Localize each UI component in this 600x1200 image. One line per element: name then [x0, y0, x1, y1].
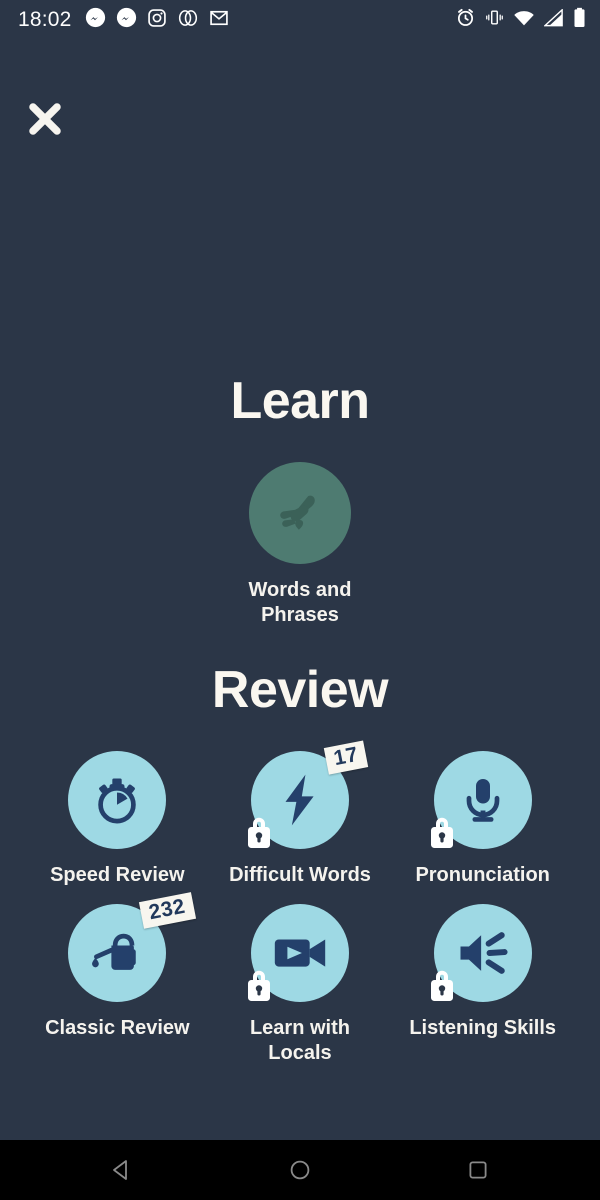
review-tile-count-badge: 232 [138, 892, 196, 930]
review-tile-pronunciation[interactable]: Pronunciation [391, 748, 574, 887]
learn-tile-label: Words and Phrases [248, 579, 352, 626]
lock-icon [242, 965, 276, 1003]
android-navigation-bar [0, 1140, 600, 1200]
status-bar: 18:02 [0, 0, 600, 40]
review-tile-listening-skills[interactable]: Listening Skills [391, 901, 574, 1065]
review-tile-label: Speed Review [50, 864, 185, 886]
review-tile-label: Listening Skills [409, 1017, 557, 1040]
lock-icon [425, 812, 459, 850]
lock-icon [425, 965, 459, 1003]
messenger-icon [85, 7, 106, 33]
learn-section-title: Learn [230, 372, 370, 430]
nav-home-button[interactable] [277, 1147, 323, 1193]
video-camera-icon [274, 939, 326, 967]
speaker-waves-icon [460, 932, 508, 975]
instagram-icon [147, 8, 167, 33]
review-tile-icon-wrap: 232 [65, 892, 196, 1005]
nav-recents-button[interactable] [455, 1147, 501, 1193]
review-tile-grid: Speed Review 17 Difficult Words Pronunci… [0, 740, 600, 1065]
gmail-icon [209, 8, 229, 33]
review-tile-label: Learn with Locals [249, 1017, 350, 1064]
review-tile-label: Difficult Words [229, 864, 371, 886]
review-tile-count-badge: 17 [323, 740, 369, 775]
review-tile-icon-circle [68, 751, 167, 849]
back-triangle-icon [113, 1160, 127, 1180]
review-tile-icon-wrap [430, 901, 535, 1005]
nav-back-button[interactable] [99, 1147, 145, 1193]
watering-can-icon [92, 934, 137, 971]
learn-tile-words-and-phrases[interactable]: Words and Phrases [0, 462, 600, 628]
hand-pinch-icon [280, 495, 315, 530]
status-time: 18:02 [18, 8, 72, 31]
review-tile-classic-review[interactable]: 232 Classic Review [26, 892, 209, 1065]
stopwatch-icon [98, 778, 137, 824]
review-tile-label: Classic Review [45, 1017, 190, 1040]
review-tile-icon-wrap [247, 901, 352, 1005]
review-tile-difficult-words[interactable]: 17 Difficult Words [209, 740, 392, 887]
learn-tile-icon-circle [249, 462, 351, 564]
status-notification-icons [85, 7, 229, 33]
review-tile-speed-review[interactable]: Speed Review [26, 748, 209, 887]
wifi-icon [513, 9, 535, 32]
lightning-bolt-icon [285, 774, 314, 826]
close-button[interactable] [23, 97, 67, 141]
overlapping-circles-icon [177, 8, 199, 33]
alarm-icon [455, 7, 476, 33]
messenger-icon [116, 7, 137, 33]
microphone-icon [466, 779, 500, 822]
status-system-icons [455, 7, 586, 33]
home-circle-icon [290, 1160, 310, 1180]
signal-icon [543, 7, 564, 32]
review-tile-icon-wrap: 17 [247, 740, 369, 852]
recents-square-icon [469, 1161, 487, 1179]
review-section-title: Review [211, 661, 389, 719]
vibrate-icon [485, 8, 504, 32]
review-tile-label: Pronunciation [415, 864, 550, 886]
review-tile-icon-wrap [430, 748, 535, 852]
battery-icon [573, 7, 586, 33]
main-content: Learn Words and Phrases Review Speed Rev… [0, 40, 600, 1140]
review-tile-icon-wrap [65, 748, 169, 852]
review-tile-learn-with-locals[interactable]: Learn with Locals [209, 901, 392, 1065]
close-icon [29, 103, 61, 135]
lock-icon [242, 812, 276, 850]
